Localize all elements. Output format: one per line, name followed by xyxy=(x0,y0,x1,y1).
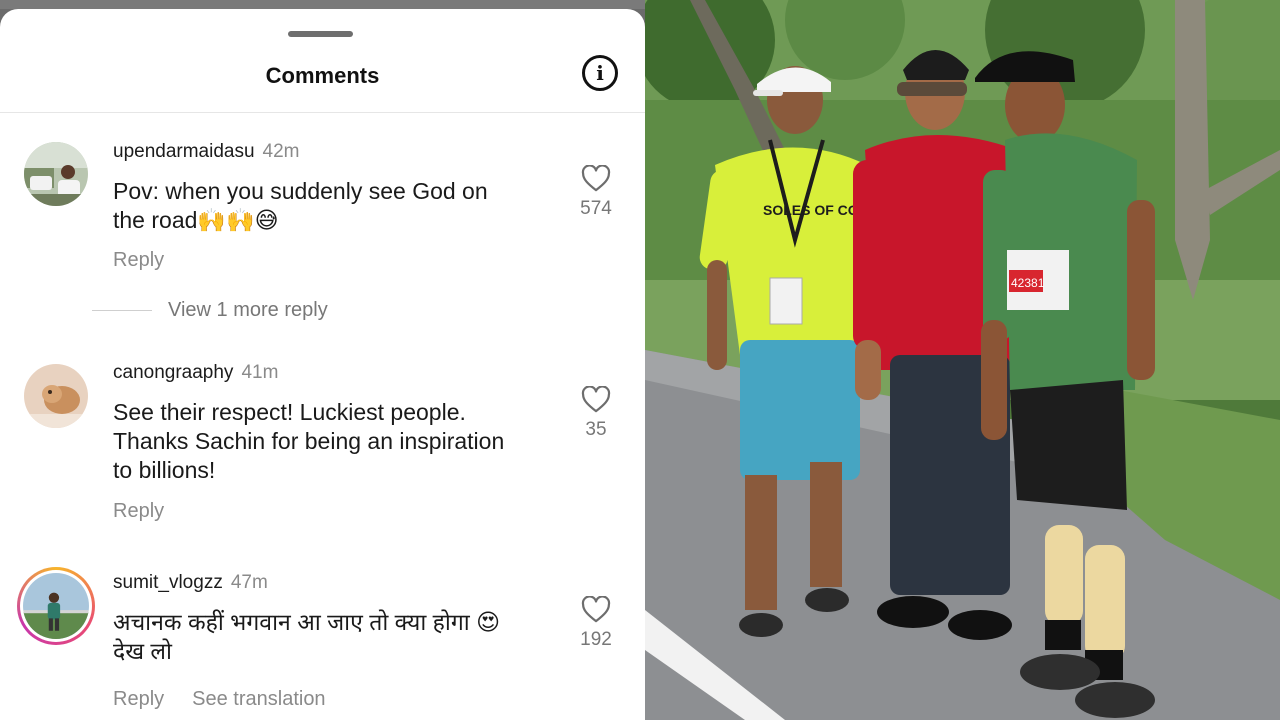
reply-button[interactable]: Reply xyxy=(113,249,164,271)
view-more-replies-label[interactable]: View 1 more reply xyxy=(168,299,328,322)
username[interactable]: sumit_vlogzz xyxy=(113,572,223,593)
like-count: 35 xyxy=(585,419,607,440)
comment-text: Pov: when you suddenly see God on the ro… xyxy=(113,177,553,235)
comment-text: See their respect! Luckiest people. Than… xyxy=(113,398,553,485)
sheet-title: Comments xyxy=(265,63,380,88)
post-photo: SOLES OF COCHIN 42381 xyxy=(645,0,1280,720)
comment-text-line: See their respect! Luckiest people. xyxy=(113,399,466,425)
reply-button[interactable]: Reply xyxy=(113,500,164,522)
info-icon[interactable]: i xyxy=(582,55,618,91)
comment-text-line: the road🙌🙌😅 xyxy=(113,207,279,233)
like-group: 35 xyxy=(570,386,622,441)
comment-text-line: to billions! xyxy=(113,457,216,483)
comment-actions: Reply xyxy=(113,249,164,272)
top-strip xyxy=(0,0,645,9)
comment-header: upendarmaidasu 42m xyxy=(113,141,300,163)
like-group: 192 xyxy=(570,596,622,651)
heart-icon[interactable] xyxy=(570,386,622,413)
heart-icon[interactable] xyxy=(570,596,622,623)
replies-divider xyxy=(92,310,152,311)
username[interactable]: canongraaphy xyxy=(113,362,233,383)
see-translation-button[interactable]: See translation xyxy=(192,688,325,710)
like-count: 574 xyxy=(580,198,612,219)
avatar-with-story-ring[interactable] xyxy=(17,567,95,645)
comment-text-line: Pov: when you suddenly see God on xyxy=(113,178,488,204)
comment-actions: Reply See translation xyxy=(113,688,326,711)
heart-icon[interactable] xyxy=(570,165,622,192)
avatar[interactable] xyxy=(24,142,88,206)
comment-text-line: देख लो xyxy=(113,638,172,664)
avatar[interactable] xyxy=(24,364,88,428)
header-divider xyxy=(0,112,645,113)
bib-number: 42381 xyxy=(1011,276,1045,290)
username[interactable]: upendarmaidasu xyxy=(113,141,255,162)
reply-button[interactable]: Reply xyxy=(113,688,164,710)
drag-handle[interactable] xyxy=(288,31,353,37)
comment-text-line: अचानक कहीं भगवान आ जाए तो क्या होगा 😍 xyxy=(113,609,501,635)
comment-header: sumit_vlogzz 47m xyxy=(113,572,268,594)
view-more-replies[interactable]: View 1 more reply xyxy=(92,299,328,322)
comment-text: अचानक कहीं भगवान आ जाए तो क्या होगा 😍 दे… xyxy=(113,608,563,666)
comments-sheet: Comments i upendarmaidasu 42m Pov: when y… xyxy=(0,9,645,720)
comment-actions: Reply xyxy=(113,500,164,523)
like-group: 574 xyxy=(570,165,622,220)
timestamp: 41m xyxy=(241,362,279,383)
timestamp: 42m xyxy=(262,141,300,162)
comment-header: canongraaphy 41m xyxy=(113,362,278,384)
like-count: 192 xyxy=(580,629,612,650)
timestamp: 47m xyxy=(230,572,268,593)
comment-text-line: Thanks Sachin for being an inspiration xyxy=(113,428,505,454)
